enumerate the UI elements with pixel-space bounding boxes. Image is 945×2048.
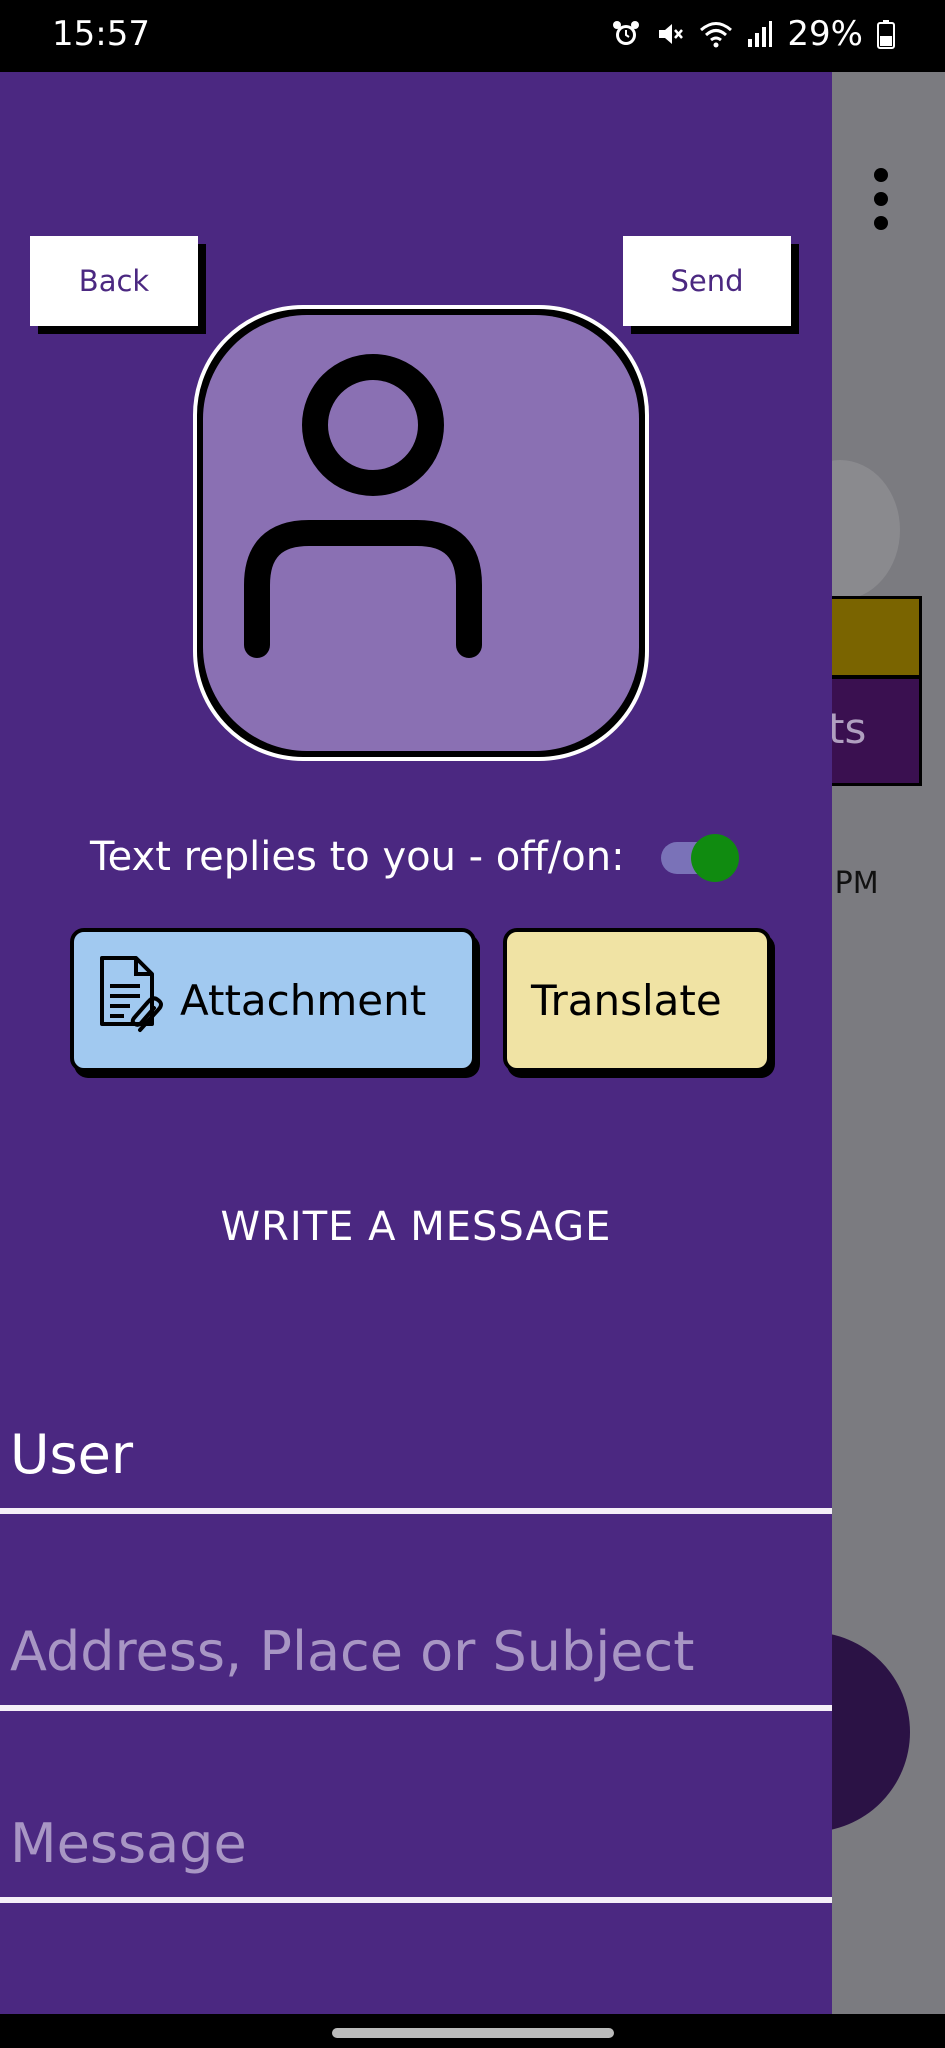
battery-percent: 29%: [787, 14, 863, 54]
alarm-icon: [611, 19, 641, 49]
status-icons: 29%: [611, 14, 895, 54]
send-button[interactable]: Send: [623, 236, 791, 326]
battery-icon: [877, 19, 895, 49]
subject-field-placeholder: Address, Place or Subject: [10, 1620, 695, 1683]
write-message-title: WRITE A MESSAGE: [220, 1204, 612, 1250]
home-handle[interactable]: [332, 2028, 614, 2038]
translate-label: Translate: [531, 975, 722, 1025]
signal-icon: [747, 19, 773, 49]
attachment-label: Attachment: [180, 975, 427, 1025]
back-button[interactable]: Back: [30, 236, 198, 326]
status-time: 15:57: [52, 14, 150, 54]
text-replies-toggle-row: Text replies to you - off/on:: [90, 832, 741, 882]
toggle-label: Text replies to you - off/on:: [90, 834, 625, 880]
user-field[interactable]: User: [0, 1394, 832, 1514]
message-field-placeholder: Message: [10, 1812, 247, 1875]
status-bar: 15:57 29%: [0, 0, 945, 72]
wifi-icon: [699, 19, 733, 49]
message-field[interactable]: Message: [0, 1777, 832, 1903]
translate-button[interactable]: Translate: [503, 928, 771, 1072]
avatar[interactable]: [193, 305, 649, 761]
more-options-icon: [866, 168, 896, 258]
mute-icon: [655, 19, 685, 49]
navigation-bar: [0, 2014, 945, 2048]
person-icon: [244, 354, 482, 658]
compose-drawer: Back Send Text replies to you - off/on: …: [0, 72, 832, 2014]
attachment-button[interactable]: Attachment: [70, 928, 476, 1072]
document-attachment-icon: [96, 954, 180, 1046]
subject-field[interactable]: Address, Place or Subject: [0, 1585, 832, 1711]
user-field-value: User: [10, 1423, 134, 1486]
text-replies-toggle[interactable]: [660, 832, 741, 882]
